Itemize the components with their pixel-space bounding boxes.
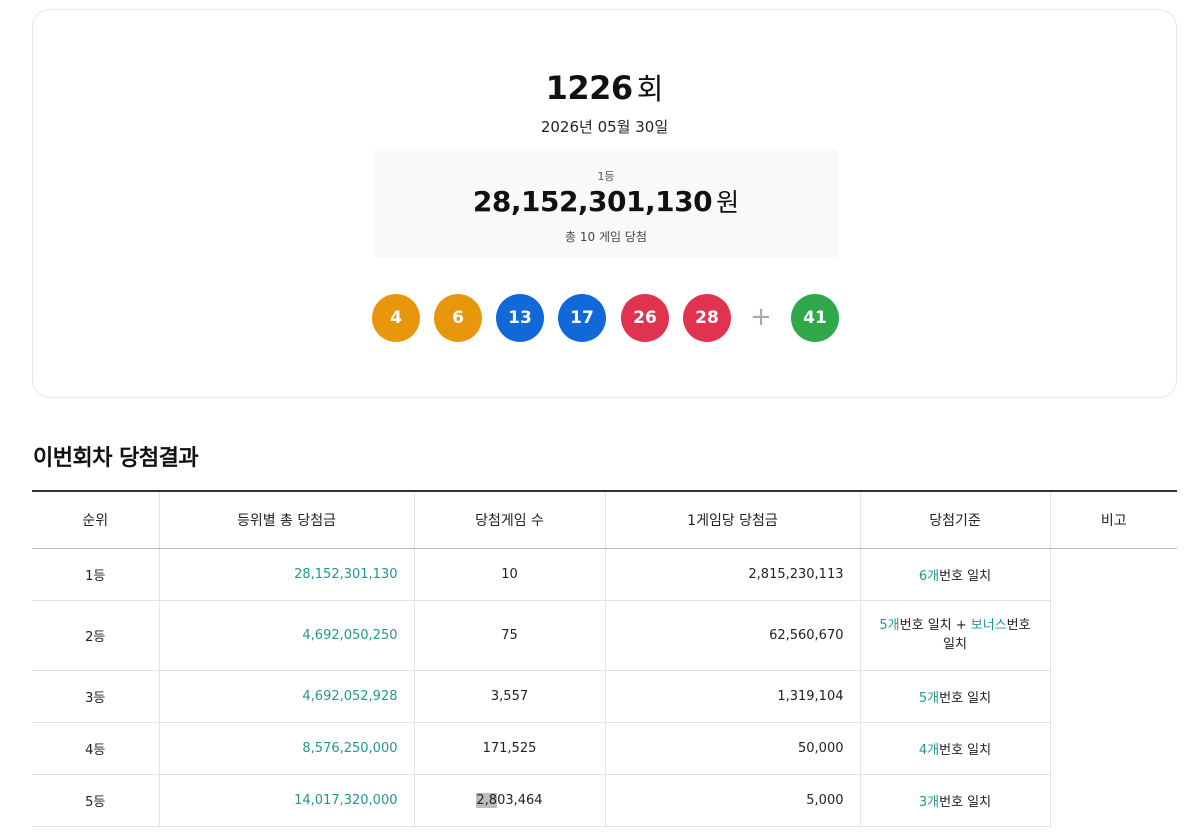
per-game-prize-cell: 5,000 — [605, 774, 861, 827]
header-total-prize: 등위별 총 당첨금 — [159, 490, 415, 549]
draw-title: 1226 회 — [33, 66, 1176, 108]
rank-cell: 5등 — [32, 774, 160, 827]
plus-icon: + — [750, 302, 772, 332]
criteria-cell: 5개번호 일치 — [860, 670, 1051, 723]
criteria-count: 4개 — [918, 742, 940, 758]
rank-cell: 4등 — [32, 722, 160, 775]
table-row: 3등 4,692,052,928 3,557 1,319,104 5개번호 일치 — [32, 670, 1177, 723]
header-rank: 순위 — [32, 490, 160, 549]
winning-ball: 4 — [372, 294, 420, 342]
rank-cell: 2등 — [32, 600, 160, 671]
criteria-cell: 5개번호 일치 + 보너스번호 일치 — [860, 600, 1051, 671]
criteria-cell: 6개번호 일치 — [860, 548, 1051, 601]
total-prize-cell: 28,152,301,130 — [159, 548, 415, 601]
section-title: 이번회차 당첨결과 — [33, 446, 199, 471]
results-table: 순위 등위별 총 당첨금 당첨게임 수 1게임당 당첨금 당첨기준 비고 1등 … — [32, 490, 1177, 827]
criteria-text: 번호 일치 — [939, 794, 992, 810]
criteria-count: 6개 — [918, 568, 940, 584]
winner-count-cell: 3,557 — [414, 670, 606, 723]
table-row: 4등 8,576,250,000 171,525 50,000 4개번호 일치 — [32, 722, 1177, 775]
winning-ball: 26 — [621, 294, 669, 342]
per-game-prize-cell: 1,319,104 — [605, 670, 861, 723]
criteria-text: 번호 일치 — [939, 568, 992, 584]
criteria-bonus: 보너스 — [970, 618, 1007, 633]
bonus-ball: 41 — [791, 294, 839, 342]
text-selection-highlight: 2,8 — [476, 792, 498, 808]
prize-amount: 28,152,301,130 원 — [373, 183, 839, 219]
total-prize-cell: 4,692,050,250 — [159, 600, 415, 671]
criteria-text: 번호 일치 + — [899, 618, 971, 633]
total-prize-cell: 14,017,320,000 — [159, 774, 415, 827]
prize-winners-count: 총 10 게임 당첨 — [565, 230, 647, 244]
prize-currency: 원 — [716, 188, 740, 217]
winner-count-cell: 2,803,464 — [414, 774, 606, 827]
draw-result-card: 1226 회 2026년 05월 30일 1등 28,152,301,130 원 총… — [32, 9, 1177, 398]
criteria-count: 3개 — [918, 794, 940, 810]
table-row: 2등 4,692,050,250 75 62,560,670 5개번호 일치 +… — [32, 600, 1177, 671]
table-row: 5등 14,017,320,000 2,803,464 5,000 3개번호 일… — [32, 774, 1177, 827]
winner-count-rest: 03,464 — [497, 792, 543, 808]
rank-cell: 1등 — [32, 548, 160, 601]
winner-count-cell: 171,525 — [414, 722, 606, 775]
winning-ball: 13 — [496, 294, 544, 342]
draw-unit: 회 — [636, 72, 664, 106]
prize-amount-value: 28,152,301,130 — [472, 185, 713, 218]
draw-number: 1226 — [545, 69, 634, 107]
winner-count-cell: 75 — [414, 600, 606, 671]
note-cell — [1050, 548, 1177, 826]
winning-ball: 28 — [683, 294, 731, 342]
criteria-text: 번호 일치 — [939, 742, 992, 758]
per-game-prize-cell: 50,000 — [605, 722, 861, 775]
total-prize-cell: 8,576,250,000 — [159, 722, 415, 775]
table-header-row: 순위 등위별 총 당첨금 당첨게임 수 1게임당 당첨금 당첨기준 비고 — [32, 490, 1177, 549]
winner-count-cell: 10 — [414, 548, 606, 601]
rank-cell: 3등 — [32, 670, 160, 723]
draw-date: 2026년 05월 30일 — [540, 118, 669, 136]
per-game-prize-cell: 2,815,230,113 — [605, 548, 861, 601]
first-prize-box: 1등 28,152,301,130 원 총 10 게임 당첨 — [373, 149, 839, 258]
total-prize-cell: 4,692,052,928 — [159, 670, 415, 723]
criteria-count: 5개 — [879, 618, 900, 633]
table-row: 1등 28,152,301,130 10 2,815,230,113 6개번호 … — [32, 548, 1177, 601]
header-per-game-prize: 1게임당 당첨금 — [605, 490, 861, 549]
criteria-cell: 4개번호 일치 — [860, 722, 1051, 775]
header-criteria: 당첨기준 — [860, 490, 1051, 549]
prize-rank-label: 1등 — [597, 170, 615, 183]
header-note: 비고 — [1050, 490, 1177, 549]
header-winner-count: 당첨게임 수 — [414, 490, 606, 549]
per-game-prize-cell: 62,560,670 — [605, 600, 861, 671]
criteria-cell: 3개번호 일치 — [860, 774, 1051, 827]
winning-ball: 17 — [558, 294, 606, 342]
winning-ball: 6 — [434, 294, 482, 342]
criteria-count: 5개 — [918, 690, 940, 706]
criteria-text: 번호 일치 — [939, 690, 992, 706]
